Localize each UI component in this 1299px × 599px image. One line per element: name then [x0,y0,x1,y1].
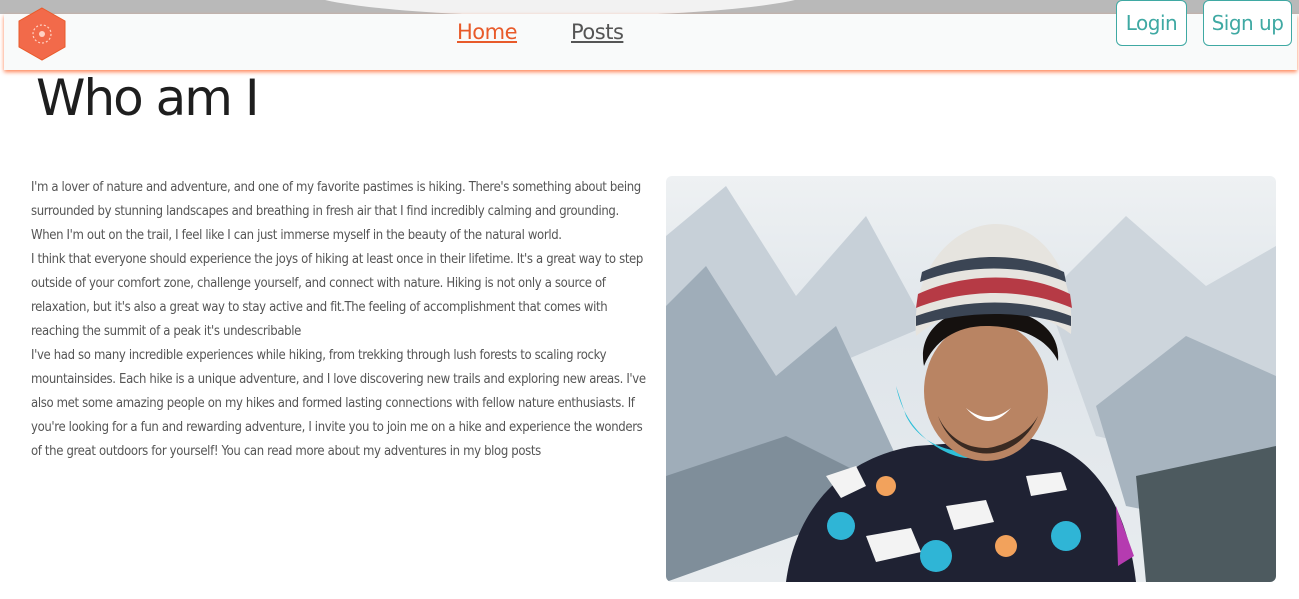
login-button[interactable]: Login [1116,0,1187,46]
nav-link-home[interactable]: Home [457,18,518,46]
nav-link-posts[interactable]: Posts [571,18,624,46]
hiker-portrait-photo [666,176,1276,582]
navbar: Home Posts Login Sign up [4,0,1297,70]
about-text: I'm a lover of nature and adventure, and… [31,176,651,464]
about-paragraph: I've had so many incredible experiences … [31,348,646,459]
page-title: Who am I [36,69,260,127]
about-paragraph: I think that everyone should experience … [31,252,643,339]
signup-button[interactable]: Sign up [1203,0,1292,46]
hexagon-logo-icon[interactable] [16,6,68,62]
about-paragraph: I'm a lover of nature and adventure, and… [31,180,641,243]
banner-cloud-shape [300,0,820,14]
top-banner-strip [0,0,1299,14]
